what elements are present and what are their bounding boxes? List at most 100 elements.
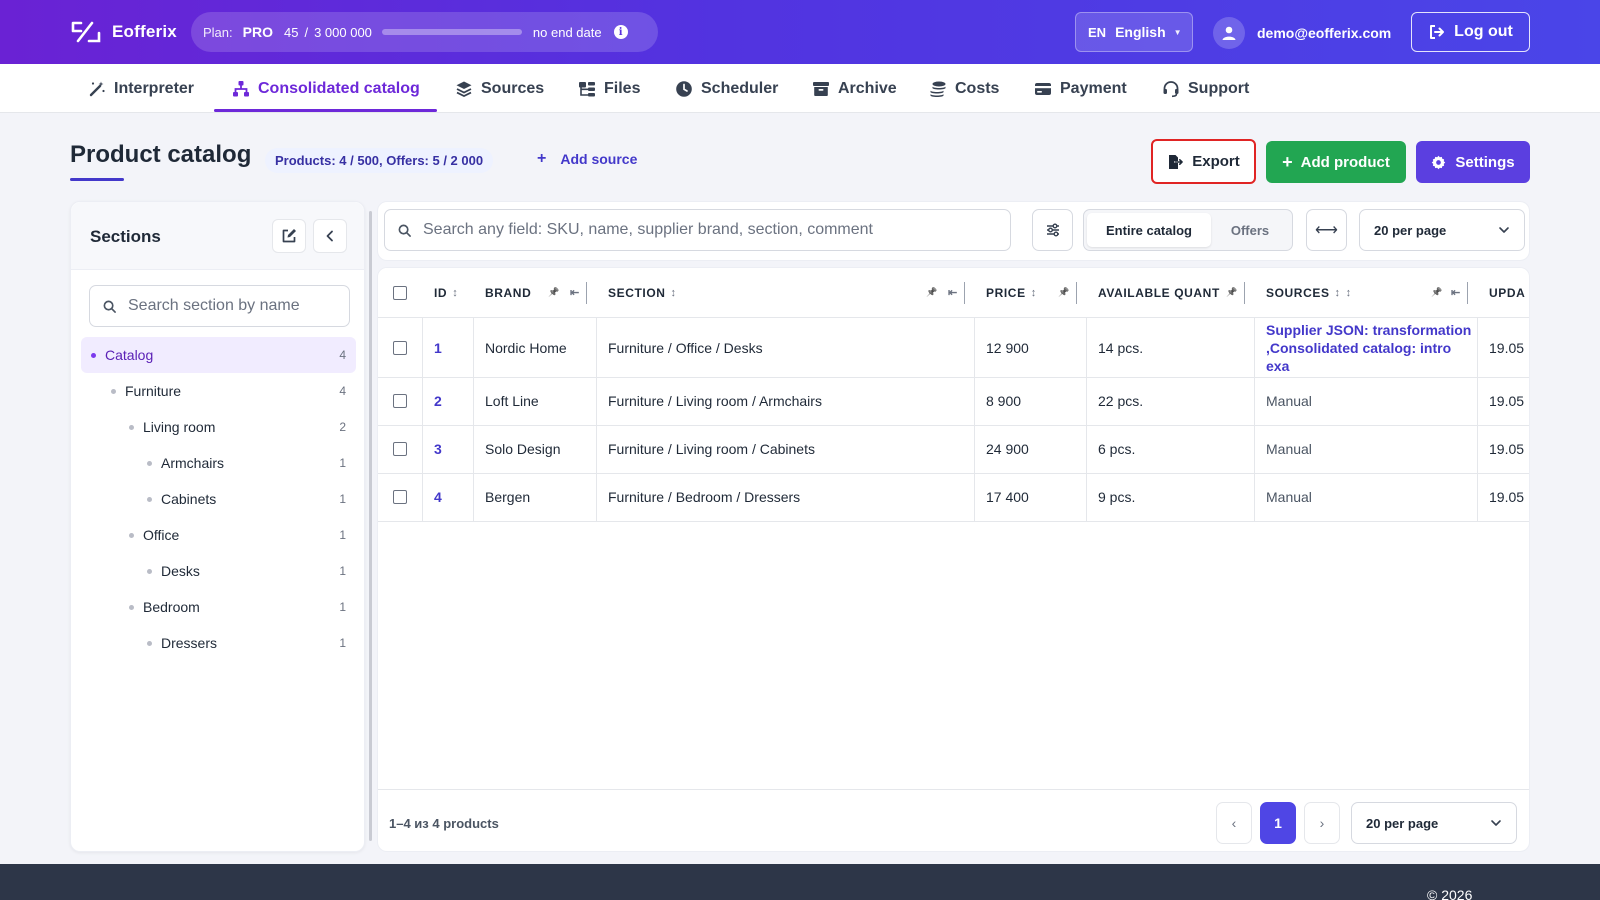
plan-progress-bar <box>381 29 522 35</box>
add-source-button[interactable]: + Add source <box>537 150 637 168</box>
info-icon[interactable]: i <box>613 25 628 39</box>
nav-support[interactable]: Support <box>1162 64 1249 113</box>
row-checkbox[interactable] <box>393 490 407 504</box>
column-header-brand[interactable]: BRAND 📌 ⇤ <box>473 268 596 318</box>
cell-id[interactable]: 3 <box>434 425 473 473</box>
file-export-icon <box>1169 154 1184 169</box>
scope-offers[interactable]: Offers <box>1211 213 1289 247</box>
prev-page-button[interactable]: ‹ <box>1216 802 1252 844</box>
sort-icon[interactable]: ↕ <box>452 287 458 299</box>
per-page-select-bottom[interactable]: 20 per page <box>1351 802 1517 844</box>
column-resize-handle[interactable] <box>1076 282 1077 304</box>
export-label: Export <box>1192 153 1240 170</box>
nav-interpreter[interactable]: Interpreter <box>88 64 194 113</box>
cell-updated: 19.05 <box>1489 489 1525 505</box>
nav-sources[interactable]: Sources <box>455 64 544 113</box>
nav-label: Sources <box>481 79 545 97</box>
tree-item-armchairs[interactable]: Armchairs 1 <box>81 445 356 481</box>
tree-item-desks[interactable]: Desks 1 <box>81 553 356 589</box>
fit-width-button[interactable]: ⟷ <box>1306 209 1347 251</box>
edit-sections-button[interactable] <box>272 219 306 253</box>
tree-item-living-room[interactable]: Living room 2 <box>81 409 356 445</box>
column-resize-handle[interactable] <box>1244 282 1245 304</box>
settings-button[interactable]: Settings <box>1416 141 1530 183</box>
nav-files[interactable]: Files <box>578 64 640 113</box>
cell-id[interactable]: 4 <box>434 473 473 521</box>
nav-label: Interpreter <box>114 79 195 97</box>
column-header-label: UPDA <box>1489 285 1526 300</box>
column-header-price[interactable]: PRICE ↕ 📌 <box>974 268 1086 318</box>
collapse-sidebar-button[interactable] <box>313 219 347 253</box>
user-menu[interactable]: demo@eofferix.com <box>1213 17 1391 49</box>
nav-costs[interactable]: Costs <box>929 64 999 113</box>
sort-icon[interactable]: ↕ <box>1346 287 1352 299</box>
caret-down-icon: ▼ <box>1173 27 1182 37</box>
cell-id[interactable]: 2 <box>434 377 473 425</box>
column-header-sources[interactable]: SOURCES ↕ ↕ 📌 ⇤ <box>1254 268 1477 318</box>
catalog-search-input[interactable]: Search any field: SKU, name, supplier br… <box>384 209 1011 251</box>
tree-item-furniture[interactable]: Furniture 4 <box>81 373 356 409</box>
sort-icon[interactable]: ↕ <box>1031 287 1037 299</box>
logo[interactable]: Eofferix <box>70 19 177 45</box>
sort-icon[interactable]: ↕ <box>671 287 677 299</box>
tree-item-office[interactable]: Office 1 <box>81 517 356 553</box>
app-name: Eofferix <box>112 22 177 41</box>
cell-id[interactable]: 1 <box>434 318 473 377</box>
tree-item-dressers[interactable]: Dressers 1 <box>81 625 356 661</box>
section-search-input[interactable]: Search section by name <box>89 285 350 327</box>
cell-updated: 19.05 <box>1489 339 1525 356</box>
column-header-upda[interactable]: UPDA <box>1477 268 1529 318</box>
nav-scheduler[interactable]: Scheduler <box>675 64 778 113</box>
pin-icon[interactable]: 📌 <box>1226 287 1238 298</box>
scope-entire-catalog[interactable]: Entire catalog <box>1087 213 1211 247</box>
page-1-button[interactable]: 1 <box>1260 802 1296 844</box>
nav-active-indicator <box>214 109 437 112</box>
next-page-button[interactable]: › <box>1304 802 1340 844</box>
pin-icon[interactable]: 📌 <box>1431 287 1443 298</box>
cell-price: 12 900 <box>986 339 1029 356</box>
add-product-button[interactable]: + Add product <box>1266 141 1406 183</box>
column-header-id[interactable]: ID ↕ <box>422 268 473 318</box>
nav-consolidated-catalog[interactable]: Consolidated catalog <box>232 64 420 113</box>
column-header-available-quant[interactable]: AVAILABLE QUANT 📌 <box>1086 268 1254 318</box>
column-resize-handle[interactable] <box>1467 282 1468 304</box>
column-resize-handle[interactable] <box>586 282 587 304</box>
cell-brand: Solo Design <box>485 441 561 457</box>
pin-icon[interactable]: 📌 <box>1058 287 1070 298</box>
tree-item-cabinets[interactable]: Cabinets 1 <box>81 481 356 517</box>
nav-archive[interactable]: Archive <box>812 64 897 113</box>
plan-name: PRO <box>242 24 273 40</box>
add-source-label: Add source <box>560 151 638 167</box>
row-checkbox[interactable] <box>393 394 407 408</box>
plan-end-date: no end date <box>532 24 602 40</box>
sidebar-resize-handle[interactable] <box>369 211 372 841</box>
logout-button[interactable]: Log out <box>1411 12 1530 52</box>
arrows-horizontal-icon: ⟷ <box>1315 222 1338 239</box>
search-icon <box>398 224 411 237</box>
collapse-column-icon[interactable]: ⇤ <box>948 286 958 299</box>
select-all-checkbox[interactable] <box>393 285 407 300</box>
pin-icon[interactable]: 📌 <box>926 287 938 298</box>
row-checkbox[interactable] <box>393 340 407 355</box>
tree-item-count: 1 <box>339 456 346 470</box>
column-header-section[interactable]: SECTION ↕ 📌 ⇤ <box>596 268 974 318</box>
main-nav: Interpreter Consolidated catalog Sources… <box>0 64 1600 113</box>
row-checkbox[interactable] <box>393 442 407 456</box>
tree-item-count: 4 <box>339 348 346 362</box>
sort-icon[interactable]: ↕ <box>1335 287 1341 299</box>
cell-sources[interactable]: Supplier JSON: transformation ,Consolida… <box>1266 318 1477 377</box>
pin-icon[interactable]: 📌 <box>548 287 560 298</box>
tree-item-catalog[interactable]: Catalog 4 <box>81 337 356 373</box>
column-resize-handle[interactable] <box>964 282 965 304</box>
per-page-value: 20 per page <box>1374 222 1447 238</box>
column-divider <box>422 318 423 521</box>
language-select[interactable]: EN English ▼ <box>1075 12 1193 52</box>
collapse-column-icon[interactable]: ⇤ <box>570 286 580 299</box>
export-button[interactable]: Export <box>1151 139 1256 184</box>
nav-payment[interactable]: Payment <box>1034 64 1127 113</box>
cell-qty: 14 pcs. <box>1098 339 1144 356</box>
per-page-select-top[interactable]: 20 per page <box>1359 209 1525 251</box>
tree-item-bedroom[interactable]: Bedroom 1 <box>81 589 356 625</box>
collapse-column-icon[interactable]: ⇤ <box>1451 286 1461 299</box>
filters-button[interactable] <box>1032 209 1073 251</box>
